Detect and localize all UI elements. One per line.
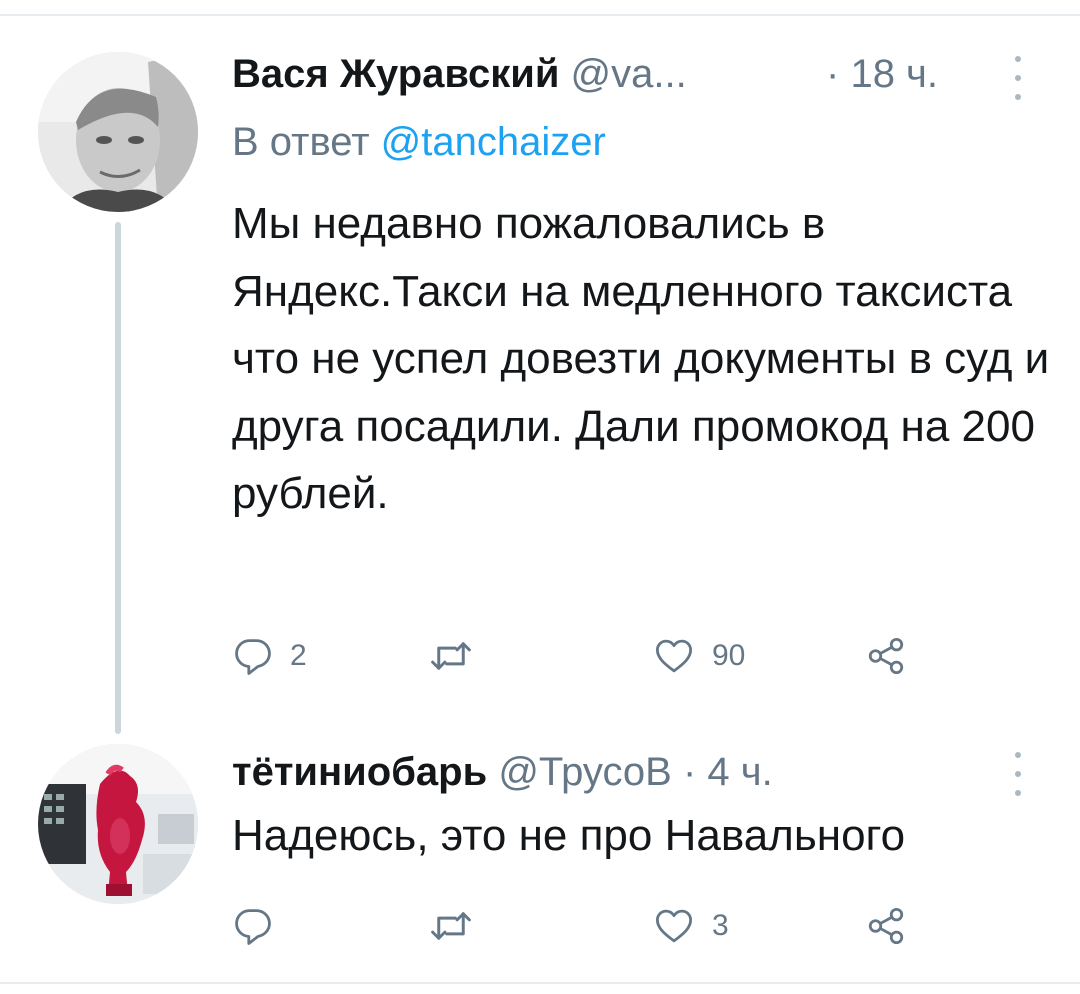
user-handle[interactable]: @ТрусоВ: [498, 750, 672, 794]
separator-dot: ·: [826, 52, 840, 96]
heart-outline-icon: [655, 639, 693, 673]
reply-count: 2: [290, 639, 307, 672]
reply-button[interactable]: 2: [232, 628, 307, 684]
retweet-arrows-icon: [431, 912, 471, 940]
tweet-timestamp[interactable]: · 18 ч.: [826, 50, 938, 98]
vertical-dots-icon[interactable]: [1008, 752, 1028, 796]
reply-mention-link[interactable]: @tanchaizer: [381, 120, 606, 164]
time-label[interactable]: 4 ч.: [707, 750, 772, 794]
thread-connector-line: [115, 222, 121, 734]
speech-bubble-icon: [235, 639, 271, 675]
user-handle[interactable]: @va...: [571, 50, 687, 98]
separator-dot: ·: [682, 750, 697, 794]
tweet-header: Вася Журавский @va...: [232, 50, 687, 98]
tweet-header: тётиниобарь @ТрусоВ · 4 ч.: [232, 748, 773, 796]
like-button[interactable]: 90: [652, 628, 745, 684]
tweet[interactable]: Вася Журавский @va... · 18 ч. В ответ @t…: [0, 0, 1080, 740]
retweet-button[interactable]: [428, 628, 490, 684]
retweet-button[interactable]: [428, 898, 490, 954]
retweet-arrows-icon: [431, 642, 471, 670]
like-count: 3: [712, 909, 729, 942]
tweet-actions: 2 90: [232, 628, 952, 684]
heart-outline-icon: [655, 909, 693, 943]
avatar-photo: [38, 744, 198, 904]
share-button[interactable]: [864, 628, 908, 684]
tweet-text: Надеюсь, это не про Навального: [232, 811, 906, 860]
vertical-dots-icon[interactable]: [1008, 56, 1028, 100]
display-name[interactable]: Вася Журавский: [232, 52, 559, 96]
tweet-actions: 3: [232, 898, 952, 954]
like-count: 90: [712, 639, 746, 672]
display-name[interactable]: тётиниобарь: [232, 750, 487, 794]
share-nodes-icon: [868, 637, 904, 675]
avatar[interactable]: [38, 744, 198, 904]
time-label[interactable]: 18 ч.: [850, 52, 938, 96]
reply-prefix: В ответ: [232, 120, 370, 164]
avatar-photo: [38, 52, 198, 212]
like-button[interactable]: 3: [652, 898, 729, 954]
reply-context: В ответ @tanchaizer: [232, 118, 606, 166]
tweet-text: Мы недавно пожаловались в Яндекс.Такси н…: [232, 199, 1050, 518]
share-nodes-icon: [868, 907, 904, 945]
share-button[interactable]: [864, 898, 908, 954]
speech-bubble-icon: [235, 909, 271, 945]
reply-button[interactable]: [232, 898, 290, 954]
bottom-divider: [0, 982, 1080, 984]
avatar[interactable]: [38, 52, 198, 212]
